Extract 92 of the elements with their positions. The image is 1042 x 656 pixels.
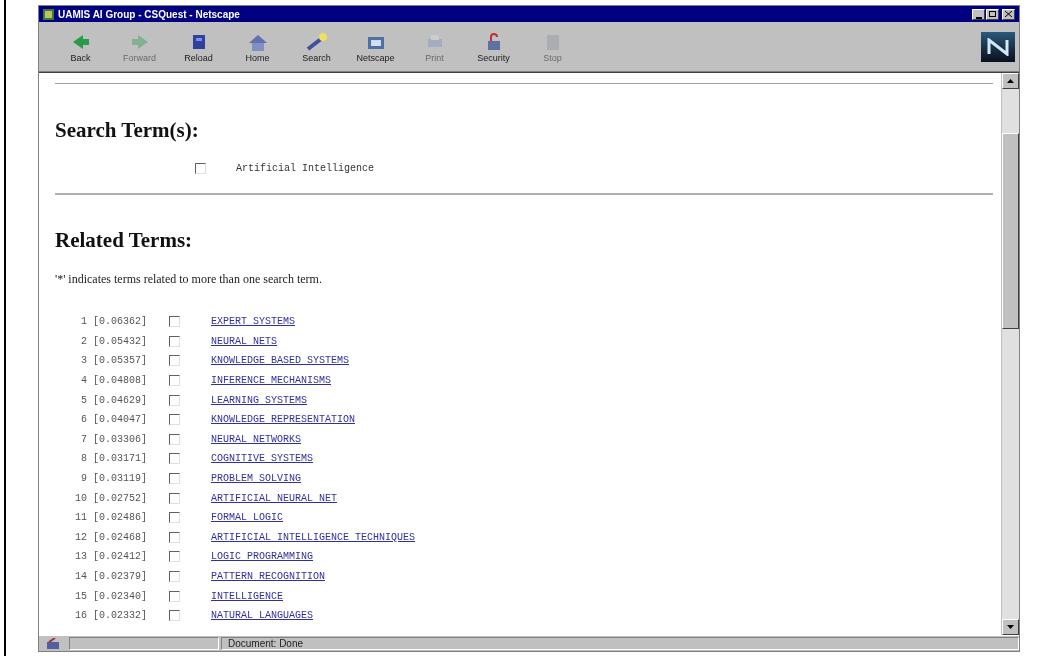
checkbox[interactable] xyxy=(169,375,180,387)
scroll-up-button[interactable] xyxy=(1002,73,1019,89)
row-number: 15 xyxy=(74,589,87,604)
scroll-thumb[interactable] xyxy=(1002,133,1019,329)
search-icon xyxy=(304,30,329,53)
toolbar-button[interactable]: Search xyxy=(287,24,346,69)
scroll-down-button[interactable] xyxy=(1002,619,1019,635)
logo-icon xyxy=(986,37,1010,56)
relevance-score: [0.02332] xyxy=(93,609,148,624)
minimize-button[interactable] xyxy=(972,8,985,20)
row-number: 12 xyxy=(74,530,87,545)
relevance-score: [0.02379] xyxy=(93,570,148,584)
toolbar-button[interactable]: Netscape xyxy=(346,24,405,69)
row-number: 9 xyxy=(80,472,87,487)
maximize-button[interactable] xyxy=(986,8,999,20)
status-text: Document: Done xyxy=(227,638,304,649)
checkbox[interactable] xyxy=(169,453,180,465)
toolbar-button[interactable]: Security xyxy=(464,24,523,69)
term-link[interactable]: COGNITIVE SYSTEMS xyxy=(211,451,314,467)
relevance-score: [0.05432] xyxy=(93,334,148,349)
note-text: '*' indicates terms related to more than one search term. xyxy=(55,271,323,288)
relevance-score: [0.04629] xyxy=(93,393,148,408)
relevance-score: [0.04808] xyxy=(93,374,148,389)
term-link[interactable]: FORMAL LOGIC xyxy=(211,510,283,526)
term-link[interactable]: ARTIFICIAL NEURAL NET xyxy=(211,490,338,506)
row-number: 1 xyxy=(80,315,87,330)
relevance-score: [0.06362] xyxy=(93,315,148,330)
close-icon xyxy=(1005,11,1012,17)
checkbox[interactable] xyxy=(169,355,180,367)
toolbar-button[interactable]: Back xyxy=(51,24,110,69)
term-link[interactable]: PROBLEM SOLVING xyxy=(211,471,301,487)
checkbox[interactable] xyxy=(169,571,180,582)
checkbox[interactable] xyxy=(169,590,180,602)
checkbox[interactable] xyxy=(169,551,180,563)
term-link[interactable]: KNOWLEDGE REPRESENTATION xyxy=(211,412,356,428)
term-link[interactable]: NEURAL NETWORKS xyxy=(211,431,301,447)
relevance-score: [0.02412] xyxy=(93,550,148,565)
section-heading: Related Terms: xyxy=(55,226,194,254)
row-number: 5 xyxy=(80,393,87,408)
checkbox[interactable] xyxy=(195,163,206,174)
row-number: 13 xyxy=(74,550,87,565)
row-number: 4 xyxy=(80,374,87,389)
app-icon xyxy=(43,8,54,20)
toolbar-button[interactable]: Home xyxy=(228,24,287,69)
row-number: 6 xyxy=(80,413,87,428)
term-link[interactable]: LOGIC PROGRAMMING xyxy=(211,549,314,565)
close-button[interactable] xyxy=(1002,8,1015,20)
relevance-score: [0.03306] xyxy=(93,432,148,447)
term-link[interactable]: NEURAL NETS xyxy=(211,333,277,349)
up-arrow-icon xyxy=(1007,79,1014,83)
relevance-score: [0.03119] xyxy=(93,472,148,487)
term-link[interactable]: ARTIFICIAL INTELLIGENCE TECHNIQUES xyxy=(211,529,416,545)
checkbox[interactable] xyxy=(169,335,180,347)
term-link[interactable]: EXPERT SYSTEMS xyxy=(211,314,295,330)
section-heading: Search Term(s): xyxy=(55,117,200,144)
relevance-score: [0.02468] xyxy=(93,530,148,545)
row-number: 7 xyxy=(80,432,87,447)
relevance-score: [0.02486] xyxy=(93,511,148,526)
relevance-score: [0.03171] xyxy=(93,452,148,467)
minimize-icon xyxy=(975,16,982,19)
maximize-icon xyxy=(989,11,996,17)
checkbox[interactable] xyxy=(169,414,180,426)
term-link[interactable]: INTELLIGENCE xyxy=(211,588,283,604)
row-number: 3 xyxy=(80,354,87,369)
term-link[interactable]: PATTERN RECOGNITION xyxy=(211,569,326,584)
checkbox[interactable] xyxy=(169,316,180,328)
toolbar-button[interactable]: Reload xyxy=(169,24,228,69)
term-link[interactable]: INFERENCE MECHANISMS xyxy=(211,373,332,389)
checkbox[interactable] xyxy=(169,512,180,524)
relevance-score: [0.02340] xyxy=(93,589,148,604)
relevance-score: [0.05357] xyxy=(93,354,148,369)
checkbox[interactable] xyxy=(169,492,180,504)
term-link[interactable]: NATURAL LANGUAGES xyxy=(211,608,314,624)
checkbox[interactable] xyxy=(169,473,180,485)
scrollbar[interactable] xyxy=(1001,73,1019,635)
row-number: 2 xyxy=(80,334,87,349)
term-link[interactable]: KNOWLEDGE BASED SYSTEMS xyxy=(211,353,350,369)
row-number: 16 xyxy=(74,609,87,624)
term-link[interactable]: LEARNING SYSTEMS xyxy=(211,392,307,408)
relevance-score: [0.02752] xyxy=(93,491,148,506)
window-title: UAMIS AI Group - CSQuest - Netscape xyxy=(58,7,240,22)
row-number: 14 xyxy=(74,570,87,584)
search-term-label: Artificial Intelligence xyxy=(236,162,375,176)
checkbox[interactable] xyxy=(169,433,180,445)
row-number: 10 xyxy=(74,491,87,506)
checkbox[interactable] xyxy=(169,394,180,406)
relevance-score: [0.04047] xyxy=(93,413,148,428)
row-number: 8 xyxy=(80,452,87,467)
row-number: 11 xyxy=(74,511,87,526)
down-arrow-icon xyxy=(1007,625,1014,629)
checkbox[interactable] xyxy=(169,531,180,543)
checkbox[interactable] xyxy=(169,610,180,622)
